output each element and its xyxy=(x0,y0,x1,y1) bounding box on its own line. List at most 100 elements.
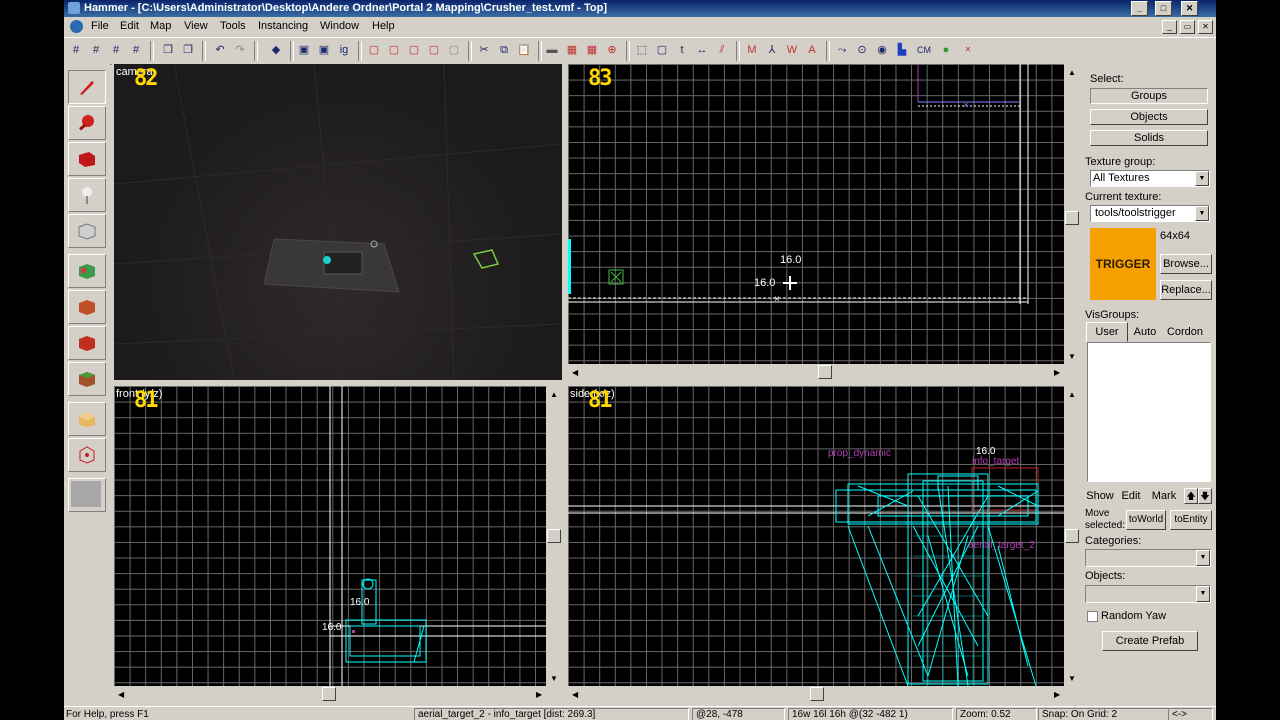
menu-view[interactable]: View xyxy=(184,17,208,36)
toggle-cordon-icon[interactable]: ▙ xyxy=(894,42,910,58)
hide-entities-icon[interactable]: W xyxy=(784,42,800,58)
visgroup-tab-auto[interactable]: Auto xyxy=(1126,324,1164,340)
texture-scale-lock-icon[interactable]: ▦ xyxy=(584,42,600,58)
visgroup-tab-cordon[interactable]: Cordon xyxy=(1164,324,1206,340)
run-map-icon[interactable]: ⤳ xyxy=(834,42,850,58)
grid-smaller-icon[interactable]: # xyxy=(88,42,104,58)
hollow-icon[interactable]: ▬ xyxy=(544,42,560,58)
visgroup-up-icon[interactable]: 🡅 xyxy=(1184,488,1198,504)
magnify-tool-button[interactable] xyxy=(68,106,106,140)
visgroup-mark-button[interactable]: Mark xyxy=(1148,488,1180,504)
top-h-scrollbar[interactable]: ◀ ▶ xyxy=(568,364,1064,380)
menu-help[interactable]: Help xyxy=(372,17,395,36)
visgroup-tab-user[interactable]: User xyxy=(1086,322,1128,342)
side-h-scrollbar[interactable]: ◀ ▶ xyxy=(568,686,1064,702)
select-groups-button[interactable]: Groups xyxy=(1090,88,1208,104)
clipping-tool-button[interactable] xyxy=(68,402,106,436)
copy-icon[interactable]: ⧉ xyxy=(496,42,512,58)
grid-toggle-icon[interactable]: # xyxy=(68,42,84,58)
menu-tools[interactable]: Tools xyxy=(220,17,246,36)
cordon-mode-icon[interactable]: CM xyxy=(916,42,932,58)
selection-tool-button[interactable] xyxy=(68,70,106,104)
side-h-scroll-thumb[interactable] xyxy=(810,687,824,701)
redo-icon[interactable]: ↷ xyxy=(232,42,248,58)
visgroup-icon[interactable]: ▢ xyxy=(446,42,462,58)
menu-file[interactable]: File xyxy=(91,17,109,36)
selection-box-icon[interactable]: ⬚ xyxy=(634,42,650,58)
group-icon[interactable]: ▣ xyxy=(296,42,312,58)
objects-select[interactable]: ▼ xyxy=(1085,585,1211,603)
undo-icon[interactable]: ↶ xyxy=(212,42,228,58)
maximize-button[interactable]: □ xyxy=(1155,1,1172,16)
visgroup-down-icon[interactable]: 🡇 xyxy=(1198,488,1212,504)
menu-map[interactable]: Map xyxy=(150,17,171,36)
hide-selected-icon[interactable]: ▢ xyxy=(366,42,382,58)
texture-lock-icon[interactable]: ▦ xyxy=(564,42,580,58)
hide-unselected-icon[interactable]: ▢ xyxy=(386,42,402,58)
camera-viewport[interactable]: camera 82 xyxy=(114,64,562,380)
menu-edit[interactable]: Edit xyxy=(120,17,139,36)
select-solids-button[interactable]: Solids xyxy=(1090,130,1208,146)
transform-icon[interactable]: t xyxy=(674,42,690,58)
hide-world-icon[interactable]: A xyxy=(804,42,820,58)
categories-select[interactable]: ▼ xyxy=(1085,549,1211,567)
top-viewport[interactable]: × × 83 16.0 16.0 xyxy=(568,64,1064,364)
side-v-scrollbar[interactable]: ▲ ▼ xyxy=(1064,386,1080,686)
visgroup-show-button[interactable]: Show xyxy=(1085,488,1115,504)
to-entity-button[interactable]: toEntity xyxy=(1170,510,1212,530)
close-button[interactable]: ✕ xyxy=(1181,1,1198,16)
snap-icon[interactable]: ⫽ xyxy=(714,42,730,58)
side-viewport[interactable]: side (x/z) 81 16.0 prop_dynamic info_tar… xyxy=(568,386,1064,686)
front-viewport[interactable]: front (y/z) 81 16.0 16.0 xyxy=(114,386,546,686)
front-h-scroll-thumb[interactable] xyxy=(322,687,336,701)
top-v-scroll-thumb[interactable] xyxy=(1065,211,1079,225)
entity-tool-button[interactable] xyxy=(68,178,106,212)
front-v-scrollbar[interactable]: ▲ ▼ xyxy=(546,386,562,686)
texture-tool-button[interactable] xyxy=(68,254,106,288)
apply-texture-button[interactable] xyxy=(68,290,106,324)
current-texture-select[interactable]: tools/toolstrigger ▼ xyxy=(1090,205,1210,222)
texture-group-select[interactable]: All Textures ▼ xyxy=(1090,170,1210,187)
front-h-scrollbar[interactable]: ◀ ▶ xyxy=(114,686,546,702)
cut-icon[interactable]: ✂ xyxy=(476,42,492,58)
to-world-button[interactable]: toWorld xyxy=(1126,510,1166,530)
random-yaw-checkbox[interactable] xyxy=(1087,611,1098,622)
top-v-scrollbar[interactable]: ▲ ▼ xyxy=(1064,64,1080,364)
top-h-scroll-thumb[interactable] xyxy=(818,365,832,379)
vertex-tool-button[interactable] xyxy=(68,438,106,472)
carve-icon[interactable]: ◆ xyxy=(268,42,284,58)
visgroup-edit-button[interactable]: Edit xyxy=(1118,488,1144,504)
apply-decal-button[interactable] xyxy=(68,326,106,360)
menu-window[interactable]: Window xyxy=(320,17,359,36)
side-v-scroll-thumb[interactable] xyxy=(1065,529,1079,543)
align-icon[interactable]: ↔ xyxy=(694,42,710,58)
hide-props-icon[interactable]: ⅄ xyxy=(764,42,780,58)
leaf-icon[interactable]: ● xyxy=(938,42,954,58)
visgroup-list[interactable] xyxy=(1087,342,1211,482)
ignore-groups-icon[interactable]: ig xyxy=(336,42,352,58)
grid-larger-icon[interactable]: # xyxy=(108,42,124,58)
create-prefab-button[interactable]: Create Prefab xyxy=(1102,631,1198,651)
entity-report-icon[interactable]: ⊙ xyxy=(854,42,870,58)
ungroup-icon[interactable]: ▣ xyxy=(316,42,332,58)
mdi-minimize-button[interactable]: _ xyxy=(1162,20,1177,34)
menu-instancing[interactable]: Instancing xyxy=(258,17,308,36)
save-window-state-icon[interactable]: ❐ xyxy=(180,42,196,58)
front-v-scroll-thumb[interactable] xyxy=(547,529,561,543)
mdi-close-button[interactable]: ✕ xyxy=(1198,20,1213,34)
grid-3d-icon[interactable]: # xyxy=(128,42,144,58)
select-objects-button[interactable]: Objects xyxy=(1090,109,1208,125)
minimize-button[interactable]: _ xyxy=(1131,1,1148,16)
path-tool-button[interactable] xyxy=(68,478,106,512)
edit-visgroups-icon[interactable]: ▢ xyxy=(426,42,442,58)
overlay-tool-button[interactable] xyxy=(68,362,106,396)
load-window-state-icon[interactable]: ❐ xyxy=(160,42,176,58)
camera-tool-button[interactable] xyxy=(68,142,106,176)
check-problems-icon[interactable]: ◉ xyxy=(874,42,890,58)
paste-icon[interactable]: 📋 xyxy=(516,42,532,58)
no-draw-icon[interactable]: ✕ xyxy=(960,42,976,58)
block-tool-button[interactable] xyxy=(68,214,106,248)
texture-align-icon[interactable]: ⊕ xyxy=(604,42,620,58)
mdi-restore-button[interactable]: ▭ xyxy=(1180,20,1195,34)
show-hidden-icon[interactable]: ▢ xyxy=(406,42,422,58)
